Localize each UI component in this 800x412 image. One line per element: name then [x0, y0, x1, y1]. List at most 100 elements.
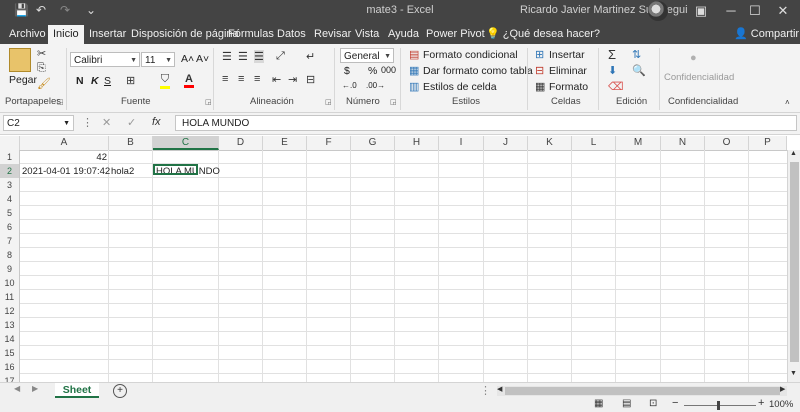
sensitivity-button[interactable]: Confidencialidad [664, 72, 734, 83]
cut-icon[interactable]: ✂ [37, 47, 46, 60]
column-header-p[interactable]: P [749, 136, 787, 150]
more-options-icon[interactable]: ⋮ [82, 116, 93, 129]
cell-a1[interactable]: 42 [20, 152, 107, 163]
delete-cells-button[interactable]: Eliminar [549, 65, 587, 77]
confirm-entry-icon[interactable]: ✓ [127, 116, 136, 129]
scroll-left-icon[interactable]: ◀ [497, 385, 502, 393]
align-left-icon[interactable]: ≡ [222, 73, 228, 85]
save-icon[interactable]: 💾 [14, 3, 29, 17]
minimize-button[interactable]: ─ [718, 2, 744, 20]
row-header[interactable]: 5 [0, 206, 20, 220]
copy-icon[interactable]: ⎘ [37, 62, 46, 75]
column-header-i[interactable]: I [439, 136, 484, 150]
tab-vista[interactable]: Vista [350, 25, 384, 44]
formula-input[interactable]: HOLA MUNDO [175, 115, 797, 131]
sort-filter-icon[interactable]: ⇅ [632, 48, 641, 61]
row-header[interactable]: 14 [0, 332, 20, 346]
cell-b2[interactable]: hola2 [111, 166, 134, 177]
column-header-k[interactable]: K [528, 136, 572, 150]
row-header[interactable]: 12 [0, 304, 20, 318]
add-sheet-icon[interactable]: + [113, 384, 127, 398]
column-header-e[interactable]: E [263, 136, 307, 150]
shrink-font-button[interactable]: A˅ [196, 53, 209, 65]
undo-icon[interactable]: ↶ [36, 3, 46, 17]
format-cells-button[interactable]: Formato [549, 81, 588, 93]
row-header[interactable]: 3 [0, 178, 20, 192]
thousands-button[interactable]: 000 [381, 65, 396, 75]
row-header[interactable]: 1 [0, 150, 20, 164]
scroll-down-icon[interactable]: ▼ [790, 370, 797, 377]
customize-qat-icon[interactable]: ⌄ [86, 3, 96, 17]
column-header-c[interactable]: C [153, 136, 219, 150]
sheet-tab[interactable]: Sheet [55, 383, 99, 398]
maximize-button[interactable]: ☐ [742, 2, 768, 20]
tab-inicio[interactable]: Inicio [48, 25, 84, 44]
row-header[interactable]: 13 [0, 318, 20, 332]
page-layout-icon[interactable]: ▤ [622, 398, 631, 409]
scroll-up-icon[interactable]: ▲ [790, 150, 797, 157]
format-as-table-button[interactable]: Dar formato como tabla [423, 65, 533, 77]
zoom-slider-thumb[interactable] [717, 401, 720, 410]
name-box[interactable]: C2 ▼ [3, 115, 74, 131]
wrap-text-icon[interactable]: ↵ [306, 50, 315, 63]
next-sheet-icon[interactable]: ▶ [32, 384, 38, 393]
column-header-m[interactable]: M [616, 136, 661, 150]
borders-icon[interactable]: ⊞ [126, 74, 135, 87]
decrease-indent-icon[interactable]: ⇤ [272, 73, 281, 86]
scroll-right-icon[interactable]: ▶ [780, 385, 785, 393]
tab-formulas[interactable]: Fórmulas [223, 25, 279, 44]
prev-sheet-icon[interactable]: ◀ [14, 384, 20, 393]
row-header[interactable]: 9 [0, 262, 20, 276]
increase-decimal-button[interactable]: ←.0 [342, 81, 357, 90]
font-launcher-icon[interactable]: ◲ [205, 98, 212, 106]
font-color-icon[interactable]: A [184, 73, 194, 88]
fill-color-icon[interactable]: ⛉ [160, 73, 170, 89]
page-break-preview-icon[interactable]: ⊡ [649, 398, 657, 409]
column-header-j[interactable]: J [484, 136, 528, 150]
column-header-l[interactable]: L [572, 136, 616, 150]
grow-font-button[interactable]: A˄ [181, 53, 194, 65]
insert-function-icon[interactable]: fx [152, 116, 161, 128]
vertical-scrollbar[interactable]: ▲ ▼ [787, 150, 800, 382]
select-all-button[interactable] [0, 136, 20, 150]
clipboard-launcher-icon[interactable]: ◲ [57, 98, 64, 106]
cell-styles-button[interactable]: Estilos de celda [423, 81, 497, 93]
align-bottom-icon[interactable]: ☰ [254, 50, 264, 63]
align-top-icon[interactable]: ☰ [222, 50, 232, 63]
tab-ayuda[interactable]: Ayuda [383, 25, 424, 44]
paste-icon[interactable] [9, 48, 31, 72]
underline-button[interactable]: S [104, 75, 111, 87]
insert-cells-button[interactable]: Insertar [549, 49, 585, 61]
vertical-scroll-thumb[interactable] [790, 162, 799, 362]
tab-archivo[interactable]: Archivo [4, 25, 51, 44]
conditional-format-button[interactable]: Formato condicional [423, 49, 518, 61]
percent-button[interactable]: % [368, 65, 377, 77]
merge-center-icon[interactable]: ⊟ [306, 73, 315, 86]
find-select-icon[interactable]: 🔍 [632, 64, 646, 77]
tab-insertar[interactable]: Insertar [84, 25, 131, 44]
row-header[interactable]: 11 [0, 290, 20, 304]
row-header[interactable]: 8 [0, 248, 20, 262]
row-header[interactable]: 6 [0, 220, 20, 234]
fill-icon[interactable]: ⬇ [608, 64, 617, 77]
column-header-h[interactable]: H [395, 136, 439, 150]
collapse-ribbon-icon[interactable]: ˄ [785, 98, 790, 107]
row-header[interactable]: 7 [0, 234, 20, 248]
column-header-o[interactable]: O [705, 136, 749, 150]
column-header-b[interactable]: B [109, 136, 153, 150]
decrease-decimal-button[interactable]: .00→ [366, 81, 385, 90]
zoom-out-icon[interactable]: − [672, 397, 678, 409]
orientation-icon[interactable]: ⤢ [276, 50, 285, 63]
number-format-combo[interactable]: General ▼ [340, 48, 394, 63]
tab-splitter-icon[interactable]: ⋮ [480, 384, 491, 397]
row-header[interactable]: 2 [0, 164, 20, 178]
currency-button[interactable]: $ [344, 65, 350, 77]
zoom-slider[interactable] [684, 405, 756, 406]
column-header-a[interactable]: A [20, 136, 109, 150]
autosum-icon[interactable]: Σ [608, 47, 616, 62]
zoom-in-icon[interactable]: + [758, 397, 764, 409]
cancel-entry-icon[interactable]: ✕ [102, 116, 111, 129]
font-name-combo[interactable]: Calibri ▼ [70, 52, 140, 67]
worksheet-grid[interactable]: A B C D E F G H I J K L M N O P 12345678… [0, 136, 787, 382]
horizontal-scroll-thumb[interactable] [505, 387, 780, 395]
